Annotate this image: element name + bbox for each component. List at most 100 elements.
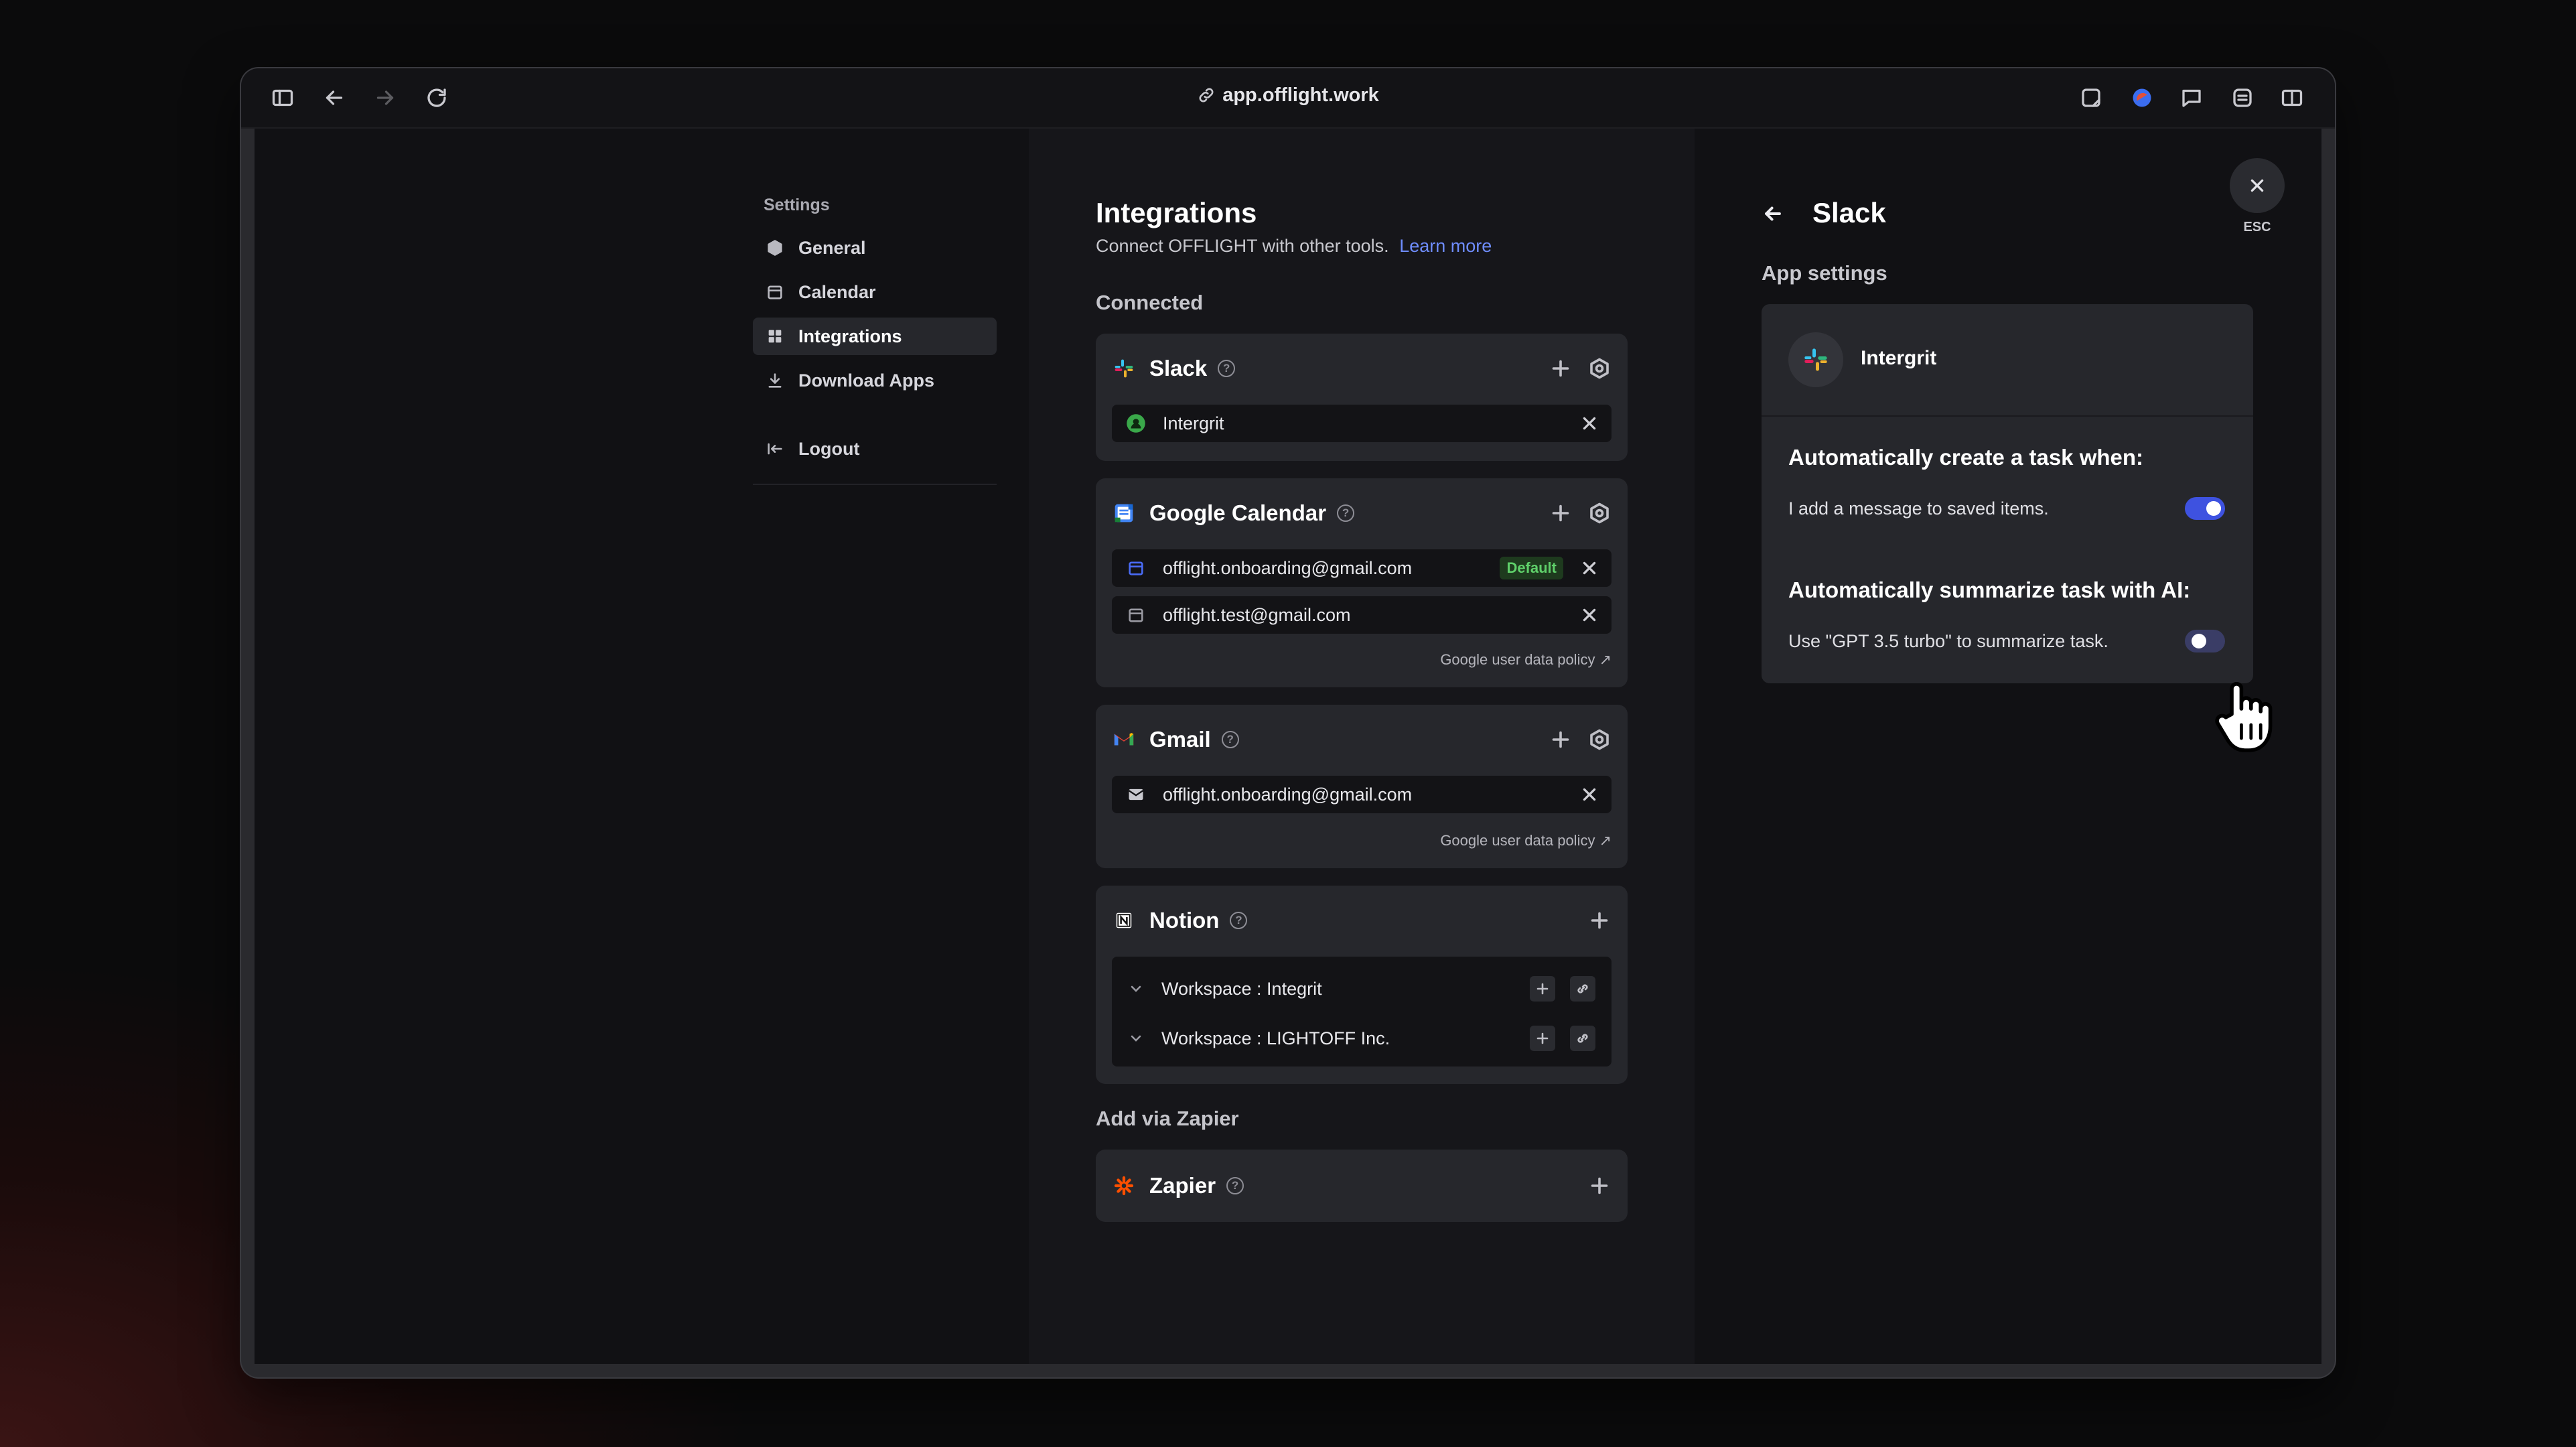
create-task-toggle[interactable] [2185, 497, 2225, 520]
zapier-heading: Add via Zapier [1096, 1107, 1239, 1130]
learn-more-link[interactable]: Learn more [1399, 236, 1492, 256]
add-calendar-button[interactable] [1549, 501, 1573, 525]
google-policy-link[interactable]: Google user data policy ↗ [1440, 832, 1612, 849]
add-notion-button[interactable] [1587, 908, 1612, 933]
remove-account-button[interactable] [1581, 606, 1598, 624]
remove-account-button[interactable] [1581, 559, 1598, 577]
slack-title: Slack [1149, 356, 1208, 381]
google-calendar-card-header: Google Calendar ? [1112, 498, 1612, 528]
google-policy-link[interactable]: Google user data policy ↗ [1440, 651, 1612, 669]
sidebar-item-general[interactable]: General [753, 229, 997, 267]
slack-account-row[interactable]: Intergrit [1112, 405, 1612, 442]
app-settings-heading: App settings [1762, 261, 1887, 285]
close-icon [1583, 788, 1596, 801]
gmail-title: Gmail [1149, 727, 1211, 752]
notion-workspace-list: Workspace : Integrit Workspace : LIGHTOF… [1112, 957, 1612, 1066]
remove-account-button[interactable] [1581, 415, 1598, 432]
browser-toolbar: app.offlight.work [241, 68, 2335, 129]
calendar-icon [1125, 604, 1147, 626]
add-slack-button[interactable] [1549, 356, 1573, 381]
back-button[interactable] [1762, 202, 1784, 225]
chat-icon[interactable] [2177, 83, 2206, 113]
gmail-logo-icon [1112, 728, 1136, 752]
zapier-logo-icon [1112, 1174, 1136, 1198]
chevron-down-icon[interactable] [1128, 1030, 1144, 1046]
toggle-knob [2192, 634, 2206, 648]
workspace-row[interactable]: Workspace : LIGHTOFF Inc. [1112, 1020, 1612, 1057]
add-page-button[interactable] [1530, 1026, 1555, 1051]
profile-avatar-icon[interactable] [2127, 83, 2157, 113]
gmail-account-row[interactable]: offlight.onboarding@gmail.com [1112, 776, 1612, 813]
slack-settings-button[interactable] [1587, 356, 1612, 381]
create-task-heading: Automatically create a task when: [1788, 445, 2144, 470]
extensions-icon[interactable] [2228, 83, 2257, 113]
panel-title: Slack [1812, 197, 1886, 228]
google-calendar-logo-icon [1112, 501, 1136, 525]
subtitle-text: Connect OFFLIGHT with other tools. [1096, 236, 1389, 256]
integrations-panel: Integrations Connect OFFLIGHT with other… [1029, 129, 1696, 1364]
gmail-card: Gmail ? offlight.onboarding@gmail.com Go… [1096, 705, 1628, 868]
slack-logo-icon [1788, 332, 1843, 387]
plus-icon [1536, 983, 1549, 995]
gmail-settings-button[interactable] [1587, 728, 1612, 752]
remove-account-button[interactable] [1581, 786, 1598, 803]
app-content: Settings General Calendar Integrations D… [255, 129, 2321, 1364]
logout-button[interactable]: Logout [753, 430, 997, 468]
notion-card-header: Notion ? [1112, 906, 1612, 935]
unlink-icon [1577, 984, 1588, 993]
page-title: Integrations [1096, 197, 1257, 228]
add-page-button[interactable] [1530, 976, 1555, 1002]
unlink-button[interactable] [1570, 976, 1595, 1002]
close-icon [1583, 608, 1596, 622]
chevron-down-icon[interactable] [1128, 981, 1144, 997]
gear-icon [1590, 502, 1609, 524]
sidebar-item-label: Integrations [798, 326, 902, 346]
calendar-settings-button[interactable] [1587, 501, 1612, 525]
calendar-account-row[interactable]: offlight.onboarding@gmail.com Default [1112, 549, 1612, 587]
help-icon[interactable]: ? [1337, 504, 1355, 522]
help-icon[interactable]: ? [1218, 360, 1236, 377]
settings-heading: Settings [764, 196, 830, 214]
workspace-name: Intergrit [1861, 347, 1937, 369]
workspace-header: Intergrit [1762, 304, 2253, 417]
sidebar-item-label: Calendar [798, 281, 876, 302]
google-calendar-title: Google Calendar [1149, 500, 1327, 525]
esc-label: ESC [2243, 220, 2271, 234]
link-icon [1199, 88, 1214, 102]
download-icon [765, 370, 785, 391]
sidebar-item-download-apps[interactable]: Download Apps [753, 362, 997, 399]
add-gmail-button[interactable] [1549, 728, 1573, 752]
close-icon [1583, 561, 1596, 575]
sidebar-item-label: General [798, 237, 866, 258]
account-name: Intergrit [1163, 413, 1224, 433]
mail-icon [1125, 784, 1147, 805]
sidebar-item-integrations[interactable]: Integrations [753, 318, 997, 355]
address-bar[interactable]: app.offlight.work [241, 84, 2335, 107]
notes-icon[interactable] [2076, 83, 2106, 113]
arrow-left-icon [1765, 206, 1781, 221]
calendar-account-row[interactable]: offlight.test@gmail.com [1112, 596, 1612, 634]
default-badge: Default [1500, 557, 1563, 579]
page-subtitle: Connect OFFLIGHT with other tools. Learn… [1096, 236, 1492, 257]
toggle-knob [2206, 501, 2221, 516]
gmail-card-header: Gmail ? [1112, 725, 1612, 754]
close-panel-button[interactable] [2230, 158, 2285, 213]
connected-heading: Connected [1096, 291, 1204, 314]
slack-card-header: Slack ? [1112, 354, 1612, 383]
unlink-button[interactable] [1570, 1026, 1595, 1051]
account-email: offlight.onboarding@gmail.com [1163, 557, 1413, 578]
add-zapier-button[interactable] [1587, 1174, 1612, 1198]
zapier-card-header: Zapier ? [1112, 1171, 1612, 1200]
help-icon[interactable]: ? [1226, 1177, 1244, 1194]
summarize-toggle[interactable] [2185, 630, 2225, 652]
calendar-icon [765, 282, 785, 302]
help-icon[interactable]: ? [1230, 912, 1248, 929]
slack-logo-icon [1112, 356, 1136, 381]
plus-icon [1591, 1177, 1608, 1194]
sidebar-divider [753, 484, 997, 485]
sidebar-item-calendar[interactable]: Calendar [753, 273, 997, 311]
help-icon[interactable]: ? [1221, 731, 1239, 748]
workspace-row[interactable]: Workspace : Integrit [1112, 970, 1612, 1008]
split-view-icon[interactable] [2277, 83, 2307, 113]
grid-icon [765, 326, 785, 346]
